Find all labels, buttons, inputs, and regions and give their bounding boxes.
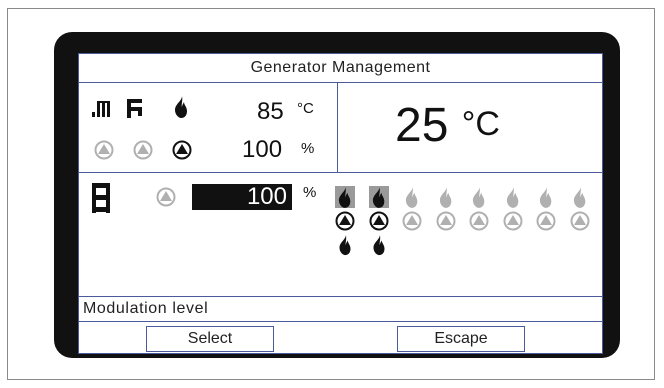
stage-flame-icon [335,186,355,208]
divider [79,296,602,297]
screen-title: Generator Management [250,59,431,76]
boiler-ladder-icon [92,183,110,213]
flow-temperature-value: 85 [257,98,284,125]
escape-button[interactable]: Escape [397,326,525,352]
select-button[interactable]: Select [146,326,274,352]
radiator-icon [92,101,110,117]
divider [337,82,338,172]
stage-flame-icon [339,234,351,256]
modulation-level-unit: % [303,184,317,201]
stage-flame-icon [439,186,451,208]
divider [79,321,602,322]
setpoint-temperature: 25 °C [395,98,500,153]
stage-pump-icon [469,211,489,231]
header-modulation-value: 100 [242,136,283,163]
pump-icon [94,140,114,160]
stage-pump-icon [536,211,556,231]
modulation-level-value: 100 [246,183,287,210]
flow-temperature-unit: °C [297,100,314,117]
divider [79,82,602,83]
lcd-screen: Generator Management 85 °C 100 % 25 °C 1… [78,53,603,354]
stage-flame-icon [539,186,552,208]
stage-flame-icon [405,186,418,208]
setpoint-unit: °C [461,105,500,143]
stage-pump-icon [570,211,589,231]
setpoint-value: 25 [395,99,449,152]
stage-pump-icon [335,211,355,231]
pump-icon [156,187,176,207]
divider [79,172,602,173]
status-text: Modulation level [83,300,209,317]
tap-icon [127,99,142,118]
stage-flame-icon [472,186,485,208]
flame-icon [175,96,187,118]
stage-flame-icon [506,186,518,208]
stage-flame-icon [373,234,384,256]
stage-flame-icon [368,186,389,208]
stage-pump-icon [369,211,388,231]
stage-pump-icon [503,211,522,231]
stage-pump-icon [402,211,422,231]
pump-icon [172,140,192,160]
stage-pump-icon [436,211,455,231]
header-modulation-unit: % [301,140,315,157]
pump-icon [133,140,153,160]
stage-flame-icon [573,186,585,208]
